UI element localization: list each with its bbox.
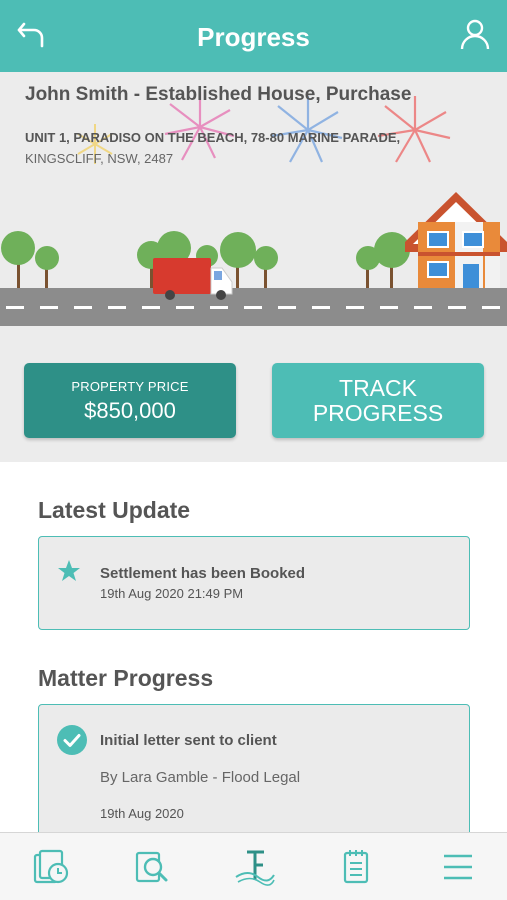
documents-clock-icon bbox=[33, 849, 69, 884]
latest-update-card[interactable]: Settlement has been Booked 19th Aug 2020… bbox=[38, 536, 470, 630]
page-title: Progress bbox=[197, 22, 310, 52]
moving-truck bbox=[153, 258, 233, 300]
user-icon bbox=[460, 19, 490, 50]
app-header: Progress bbox=[0, 0, 507, 72]
progress-item-title: Initial letter sent to client bbox=[100, 732, 277, 749]
latest-update-heading: Latest Update bbox=[38, 497, 191, 523]
track-progress-label-line2: PROGRESS bbox=[312, 400, 444, 426]
trees-right bbox=[356, 232, 410, 288]
property-address-line1: UNIT 1, PARADISO ON THE BEACH, 78-80 MAR… bbox=[25, 130, 401, 145]
profile-button[interactable] bbox=[457, 16, 493, 52]
matter-summary: John Smith - Established House, Purchase… bbox=[0, 72, 507, 462]
progress-item-author: By Lara Gamble - Flood Legal bbox=[100, 769, 301, 786]
matter-progress-heading: Matter Progress bbox=[38, 665, 214, 691]
search-document-icon bbox=[135, 851, 168, 883]
property-price-label: PROPERTY PRICE bbox=[71, 379, 189, 394]
property-price-button[interactable]: PROPERTY PRICE $850,000 bbox=[24, 363, 236, 438]
tab-search[interactable] bbox=[132, 847, 172, 887]
house bbox=[405, 192, 507, 290]
update-title: Settlement has been Booked bbox=[100, 565, 306, 582]
tab-menu[interactable] bbox=[438, 847, 478, 887]
tab-home[interactable] bbox=[234, 847, 276, 887]
matter-title: John Smith - Established House, Purchase bbox=[25, 84, 412, 105]
tab-notes[interactable] bbox=[336, 847, 376, 887]
progress-item-date: 19th Aug 2020 bbox=[100, 806, 184, 821]
moving-scene-illustration bbox=[0, 92, 507, 326]
road-markings bbox=[6, 306, 500, 309]
notepad-icon bbox=[343, 850, 369, 884]
property-price-value: $850,000 bbox=[84, 398, 176, 423]
track-progress-label-line1: TRACK bbox=[339, 375, 417, 401]
track-progress-button[interactable]: TRACK PROGRESS bbox=[272, 363, 484, 438]
property-address-line2: KINGSCLIFF, NSW, 2487 bbox=[25, 151, 174, 166]
star-icon bbox=[58, 560, 80, 581]
tab-documents[interactable] bbox=[32, 847, 72, 887]
menu-icon bbox=[444, 854, 472, 880]
bottom-tab-bar bbox=[0, 832, 507, 900]
check-circle-icon bbox=[57, 725, 87, 755]
trees-left bbox=[1, 231, 59, 288]
update-timestamp: 19th Aug 2020 21:49 PM bbox=[100, 586, 244, 601]
brand-logo-icon bbox=[235, 850, 275, 886]
